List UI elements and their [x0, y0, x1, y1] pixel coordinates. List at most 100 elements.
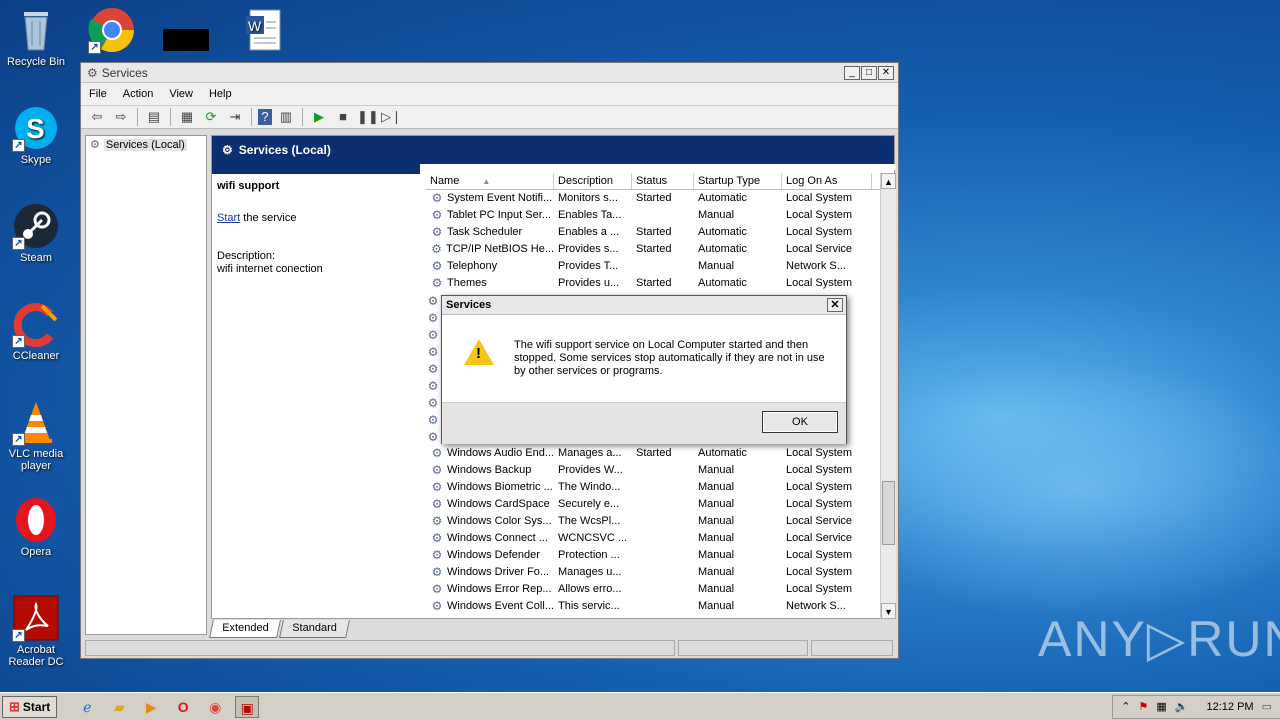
show-hidden-icons-icon[interactable]: ⌃ — [1121, 700, 1130, 713]
help-icon[interactable]: ? — [258, 109, 272, 125]
table-row[interactable]: ⚙ Windows Audio End... Manages a... Started… — [426, 445, 896, 462]
desktop-icon-opera[interactable]: Opera — [0, 496, 72, 558]
column-header-description[interactable]: Description — [554, 173, 632, 189]
cell-startup-type: Automatic — [698, 243, 747, 255]
scroll-thumb[interactable] — [882, 481, 895, 545]
cell-description: Protection ... — [558, 549, 620, 561]
desktop-icon-skype[interactable]: S ↗ Skype — [0, 104, 72, 166]
cell-name: ⚙ Telephony — [426, 258, 554, 275]
chrome-taskbar-icon[interactable]: ◉ — [203, 696, 227, 718]
start-service-link[interactable]: Start — [217, 212, 240, 224]
opera-taskbar-icon[interactable]: O — [171, 696, 195, 718]
cell-startup-type: Automatic — [698, 277, 747, 289]
service-name: Windows Biometric ... — [447, 481, 553, 493]
vlc-cone-icon: ↗ — [12, 398, 60, 446]
properties-icon[interactable]: ▦ — [177, 108, 197, 126]
shortcut-arrow-icon: ↗ — [12, 433, 25, 446]
service-name: Windows Error Rep... — [447, 583, 552, 595]
media-player-icon[interactable]: ▶ — [139, 696, 163, 718]
windows-logo-icon: ⊞ — [9, 698, 20, 714]
shortcut-arrow-icon: ↗ — [12, 237, 25, 250]
toolbar: ⇦ ⇨ ▤ ▦ ⟳ ⇥ ? ▥ ▶ ■ ❚❚ ▷❘ — [81, 105, 898, 129]
internet-explorer-icon[interactable]: ℯ — [75, 696, 99, 718]
tab-standard[interactable]: Standard — [279, 620, 351, 638]
refresh-icon[interactable]: ⟳ — [201, 108, 221, 126]
table-row[interactable]: ⚙ TCP/IP NetBIOS He... Provides s... Starte… — [426, 241, 896, 258]
table-row[interactable]: ⚙ Windows Color Sys... The WcsPl... Manual L… — [426, 513, 896, 530]
view-icon[interactable]: ▥ — [276, 108, 296, 126]
column-header-log-on-as[interactable]: Log On As — [782, 173, 872, 189]
desktop-icon-label: Recycle Bin — [6, 56, 66, 68]
service-gear-icon: ⚙ — [431, 446, 443, 460]
table-row[interactable]: ⚙ Windows Driver Fo... Manages u... Manual L… — [426, 564, 896, 581]
column-header-startup-type[interactable]: Startup Type — [694, 173, 782, 189]
desktop-icon-recycle-bin[interactable]: Recycle Bin — [0, 6, 72, 68]
desktop-icon-label: VLC media player — [8, 448, 64, 472]
table-row[interactable]: ⚙ Windows Connect ... WCNCSVC ... Manual Loc… — [426, 530, 896, 547]
show-desktop-icon[interactable]: ▭ — [1262, 700, 1272, 713]
start-button[interactable]: ⊞ Start — [2, 695, 58, 718]
table-row[interactable]: ⚙ Windows CardSpace Securely e... Manual Loc… — [426, 496, 896, 513]
stop-service-icon[interactable]: ■ — [333, 108, 353, 126]
service-gear-icon: ⚙ — [427, 293, 439, 308]
table-row[interactable]: ⚙ Themes Provides u... Started Automatic Loca… — [426, 275, 896, 292]
column-header-name[interactable]: Name ▲ — [426, 173, 554, 189]
menu-view[interactable]: View — [169, 88, 193, 100]
scroll-down-icon[interactable]: ▼ — [881, 603, 896, 619]
ok-button[interactable]: OK — [762, 411, 838, 433]
desktop-icon-vlc[interactable]: ↗ VLC media player — [0, 398, 72, 472]
desktop-icon-word[interactable]: W — [226, 6, 298, 56]
desktop-icon-steam[interactable]: ↗ Steam — [0, 202, 72, 264]
redacted-icon[interactable] — [163, 29, 209, 51]
forward-arrow-icon[interactable]: ⇨ — [111, 108, 131, 126]
table-row[interactable]: ⚙ Tablet PC Input Ser... Enables Ta... Manu… — [426, 207, 896, 224]
start-service-text: the service — [240, 212, 297, 224]
console-tree-icon[interactable]: ▤ — [144, 108, 164, 126]
scroll-up-icon[interactable]: ▲ — [881, 173, 896, 189]
table-row[interactable]: ⚙ Windows Backup Provides W... Manual Local … — [426, 462, 896, 479]
cell-description: The WcsPl... — [558, 515, 621, 527]
dialog-title: Services — [446, 299, 492, 311]
volume-icon[interactable]: 🔈 — [1175, 700, 1189, 713]
table-row[interactable]: ⚙ Task Scheduler Enables a ... Started Autom… — [426, 224, 896, 241]
window-titlebar[interactable]: ⚙ Services _ □ ✕ — [81, 63, 898, 83]
table-row[interactable]: ⚙ Windows Biometric ... The Windo... Manual… — [426, 479, 896, 496]
maximize-button[interactable]: □ — [861, 65, 877, 80]
tab-extended[interactable]: Extended — [209, 620, 282, 638]
table-row[interactable]: ⚙ Windows Event Coll... This servic... Manu… — [426, 598, 896, 615]
network-icon[interactable]: ▦ — [1156, 700, 1166, 713]
cell-description: WCNCSVC ... — [558, 532, 628, 544]
menu-action[interactable]: Action — [123, 88, 154, 100]
close-button[interactable]: ✕ — [878, 65, 894, 80]
back-arrow-icon[interactable]: ⇦ — [87, 108, 107, 126]
cell-startup-type: Manual — [698, 260, 735, 272]
clock[interactable]: 12:12 PM — [1207, 701, 1254, 713]
dialog-titlebar[interactable]: Services ✕ — [442, 296, 846, 315]
menu-bar: File Action View Help — [81, 83, 898, 105]
cell-startup-type: Manual — [698, 549, 735, 561]
vertical-scrollbar[interactable]: ▲ ▼ — [880, 173, 896, 619]
action-center-icon[interactable]: ⚑ — [1139, 700, 1149, 713]
desktop-icon-chrome[interactable]: ↗ — [76, 6, 148, 56]
table-row[interactable]: ⚙ Telephony Provides T... Manual Network S..… — [426, 258, 896, 275]
table-row[interactable]: ⚙ Windows Defender Protection ... Manual Loc… — [426, 547, 896, 564]
table-row[interactable]: ⚙ Windows Error Rep... Allows erro... Manua… — [426, 581, 896, 598]
services-taskbar-icon[interactable]: ▣ — [235, 695, 260, 718]
restart-service-icon[interactable]: ▷❘ — [381, 108, 402, 126]
menu-help[interactable]: Help — [209, 88, 232, 100]
minimize-button[interactable]: _ — [844, 65, 860, 80]
tree-item-services-local[interactable]: ⚙ Services (Local) — [86, 136, 206, 153]
start-service-icon[interactable]: ▶ — [309, 108, 329, 126]
cell-startup-type: Manual — [698, 583, 735, 595]
table-row[interactable]: ⚙ System Event Notifi... Monitors s... Star… — [426, 190, 896, 207]
menu-file[interactable]: File — [89, 88, 107, 100]
dialog-close-button[interactable]: ✕ — [827, 298, 843, 312]
column-header-status[interactable]: Status — [632, 173, 694, 189]
file-explorer-icon[interactable]: ▰ — [107, 696, 131, 718]
pause-service-icon[interactable]: ❚❚ — [357, 108, 379, 126]
desktop-icon-acrobat[interactable]: ↗ Acrobat Reader DC — [0, 594, 72, 668]
desktop-icon-ccleaner[interactable]: ↗ CCleaner — [0, 300, 72, 362]
export-list-icon[interactable]: ⇥ — [225, 108, 245, 126]
cell-log-on-as: Local System — [786, 566, 853, 578]
shortcut-arrow-icon: ↗ — [12, 335, 25, 348]
